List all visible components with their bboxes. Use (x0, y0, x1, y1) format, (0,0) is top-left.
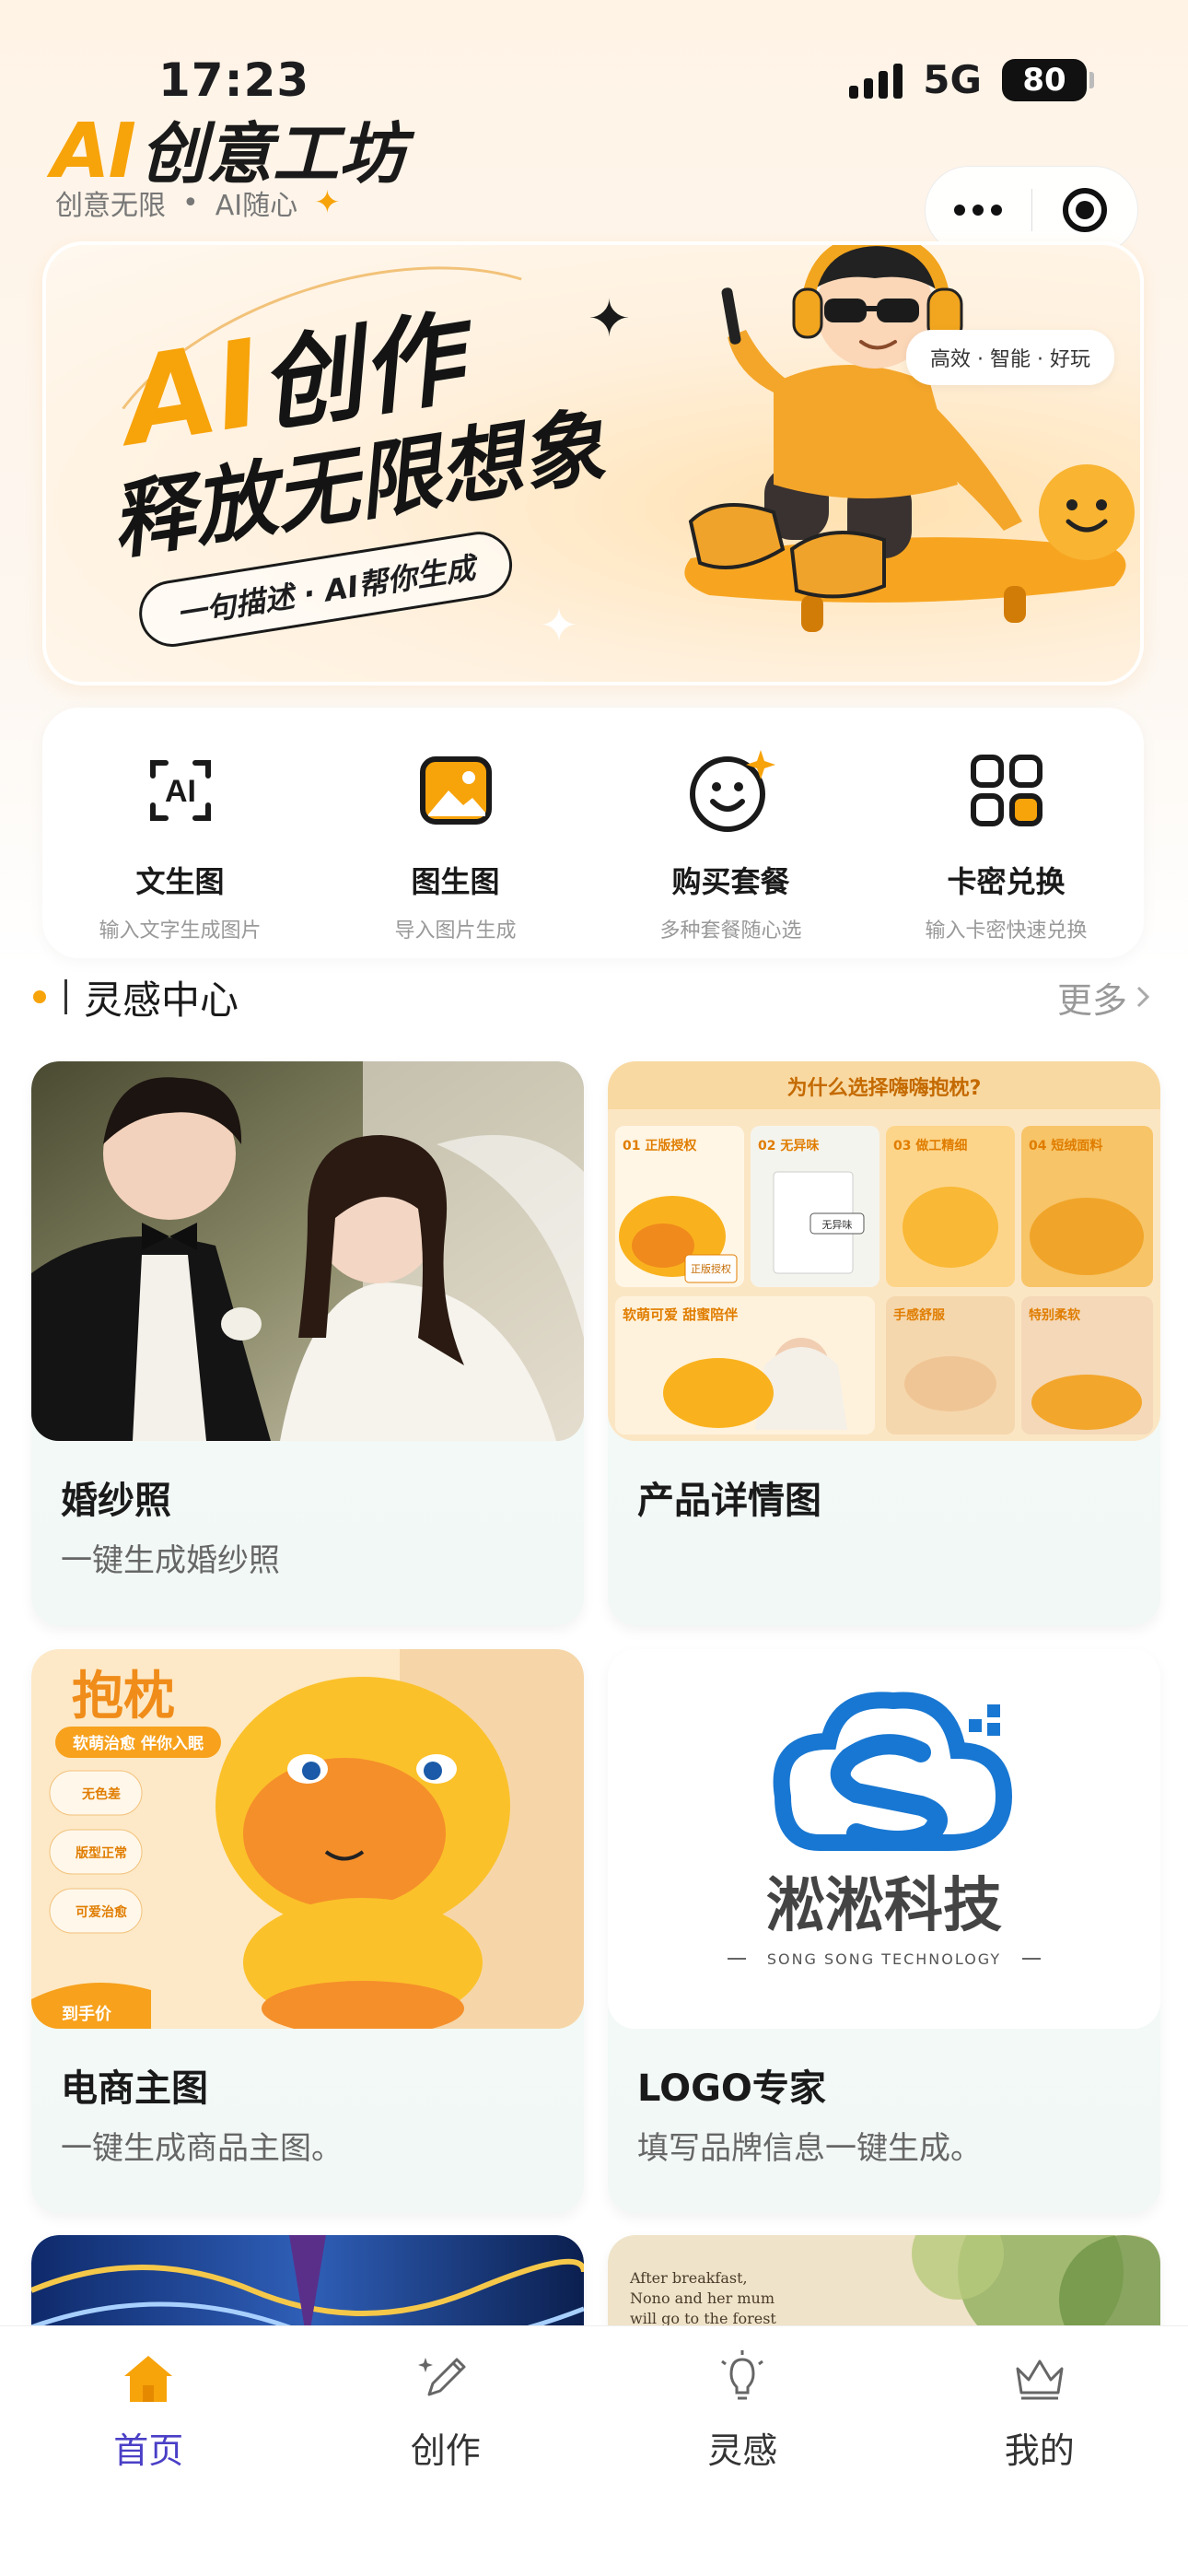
signal-icon (849, 62, 903, 99)
action-subtitle: 导入图片生成 (394, 919, 517, 943)
tagline-right: AI随心 (215, 190, 298, 222)
tagline-dot: • (182, 186, 199, 219)
action-redeem-code[interactable]: 卡密兑换 输入卡密快速兑换 (868, 708, 1144, 958)
ai-text-icon: AI (129, 739, 232, 842)
card-title: 电商主图 (61, 2067, 208, 2110)
card-description: 一键生成婚纱照 (61, 1542, 280, 1579)
more-label: 更多 (1056, 979, 1127, 1021)
product-cell-label: 04 短绒面料 (1029, 1138, 1102, 1153)
card-title: 婚纱照 (61, 1480, 171, 1522)
action-text-to-image[interactable]: AI 文生图 输入文字生成图片 (42, 708, 318, 958)
action-title: 卡密兑换 (947, 864, 1066, 899)
crown-icon (1007, 2345, 1073, 2411)
target-icon (1062, 188, 1107, 232)
card-image-wedding (31, 1061, 584, 1441)
tab-inspiration[interactable]: 灵感 (594, 2326, 891, 2576)
inspiration-card[interactable]: 抱枕 软萌治愈 伴你入眠 无色差 版型正常 可爱治愈 到手价 电商主图 一键生成… (31, 1649, 584, 2213)
battery-icon: 80 (1002, 58, 1094, 101)
section-dot (33, 990, 46, 1003)
ecom-feature: 无色差 (81, 1786, 121, 1802)
more-options-button[interactable] (926, 205, 1031, 216)
bottom-tab-bar: 首页 创作 灵感 我的 (0, 2325, 1188, 2576)
image-icon (404, 739, 507, 842)
product-stamp: 无异味 (822, 1219, 853, 1231)
action-title: 购买套餐 (671, 864, 790, 899)
product-headline: 为什么选择嗨嗨抱枕? (787, 1076, 982, 1100)
hero-banner[interactable]: AI创作 释放无限想象 一句描述 · AI帮你生成 ✦ ✦ 高效 · 智能 · … (42, 241, 1144, 685)
tab-label: 首页 (113, 2430, 184, 2471)
card-description: 填写品牌信息一键生成。 (637, 2130, 982, 2167)
network-type: 5G (923, 57, 982, 102)
action-title: 文生图 (135, 864, 225, 899)
tagline-left: 创意无限 (55, 190, 166, 222)
tab-home[interactable]: 首页 (0, 2326, 297, 2576)
tab-create[interactable]: 创作 (297, 2326, 595, 2576)
status-indicators: 5G 80 (849, 57, 1094, 102)
action-subtitle: 输入文字生成图片 (99, 919, 262, 943)
card-image-logo: 淞淞科技 SONG SONG TECHNOLOGY (608, 1649, 1160, 2029)
banner-character-illustration (684, 245, 1135, 632)
close-miniprogram-button[interactable] (1032, 188, 1138, 232)
grid-icon (955, 739, 1058, 842)
tab-profile[interactable]: 我的 (891, 2326, 1188, 2576)
sparkle-icon: ✦ (314, 184, 341, 221)
inspiration-card[interactable]: 淞淞科技 SONG SONG TECHNOLOGY LOGO专家 填写品牌信息一… (608, 1649, 1160, 2213)
sparkle-icon: ✦ (540, 599, 578, 652)
product-cell-label: 特别柔软 (1029, 1307, 1081, 1323)
ecom-feature: 可爱治愈 (76, 1904, 128, 1920)
action-subtitle: 输入卡密快速兑换 (925, 919, 1088, 943)
lightbulb-icon (709, 2345, 775, 2411)
card-image-product-detail: 为什么选择嗨嗨抱枕? 01 正版授权 02 无异味 03 做工精细 04 短绒面… (608, 1061, 1160, 1441)
ecom-subtitle: 软萌治愈 伴你入眠 (73, 1734, 204, 1753)
sparkle-icon: ✦ (588, 289, 631, 349)
more-link[interactable]: 更多 (1057, 972, 1153, 1023)
card-image-ecommerce: 抱枕 软萌治愈 伴你入眠 无色差 版型正常 可爱治愈 到手价 (31, 1649, 584, 2029)
pencil-icon (413, 2345, 479, 2411)
action-subtitle: 多种套餐随心选 (659, 919, 802, 943)
ecom-feature: 版型正常 (76, 1845, 127, 1861)
action-buy-package[interactable]: 购买套餐 多种套餐随心选 (593, 708, 868, 958)
section-divider (64, 979, 67, 1014)
logo-brand-cn: 淞淞科技 (766, 1872, 1002, 1940)
storybook-line: After breakfast, (629, 2269, 748, 2287)
product-cell-label: 手感舒服 (893, 1307, 946, 1323)
smile-sparkle-icon (680, 739, 783, 842)
section-title: 灵感中心 (84, 977, 239, 1023)
card-description: 一键生成商品主图。 (61, 2130, 343, 2167)
action-image-to-image[interactable]: 图生图 导入图片生成 (318, 708, 593, 958)
product-tag: 正版授权 (691, 1262, 731, 1275)
inspiration-card[interactable]: 婚纱照 一键生成婚纱照 (31, 1061, 584, 1625)
banner-badge: 高效 · 智能 · 好玩 (906, 330, 1114, 385)
logo-brand-en: SONG SONG TECHNOLOGY (767, 1950, 1001, 1968)
tab-label: 灵感 (707, 2430, 778, 2471)
app-tagline: 创意无限 • AI随心 ✦ (55, 182, 341, 223)
tab-label: 我的 (1004, 2430, 1075, 2471)
product-cell-label: 02 无异味 (758, 1139, 819, 1153)
battery-level: 80 (1022, 61, 1066, 99)
card-title: 产品详情图 (637, 1480, 821, 1522)
storybook-line: Nono and her mum (630, 2289, 775, 2307)
inspiration-section-header: 灵感中心 更多 (33, 967, 1153, 1026)
quick-actions: AI 文生图 输入文字生成图片 图生图 导入图片生成 购买套餐 多种套餐随心选 (42, 708, 1144, 958)
product-cell-label: 03 做工精细 (893, 1138, 967, 1153)
ecom-headline: 抱枕 (72, 1667, 175, 1727)
tab-label: 创作 (410, 2430, 481, 2471)
chevron-right-icon (1136, 986, 1150, 1008)
action-title: 图生图 (411, 864, 500, 899)
card-title: LOGO专家 (637, 2067, 826, 2110)
ecom-price-tag: 到手价 (62, 2004, 112, 2024)
product-cell-label: 软萌可爱 甜蜜陪伴 (623, 1306, 738, 1323)
svg-text:AI: AI (165, 774, 196, 809)
inspiration-card[interactable]: 为什么选择嗨嗨抱枕? 01 正版授权 02 无异味 03 做工精细 04 短绒面… (608, 1061, 1160, 1625)
product-cell-label: 01 正版授权 (623, 1138, 697, 1153)
home-icon (115, 2345, 181, 2411)
